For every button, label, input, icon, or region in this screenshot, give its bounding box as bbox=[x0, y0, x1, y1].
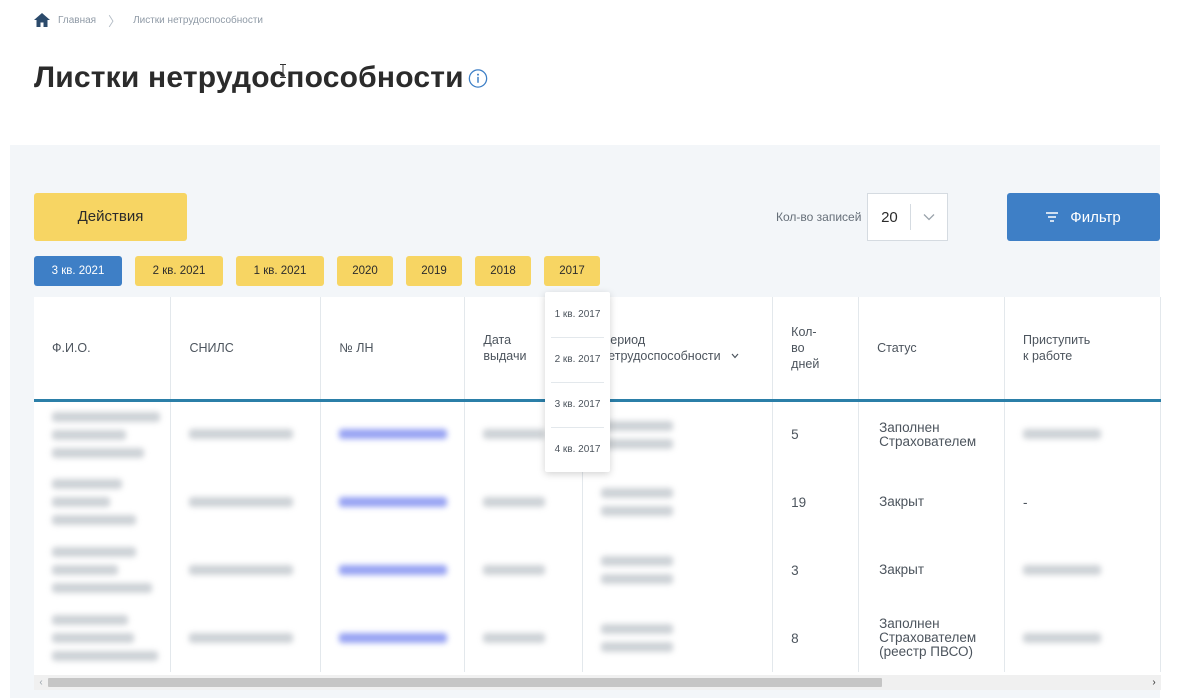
cell-fio bbox=[34, 604, 172, 672]
column-header-ln-label: № ЛН bbox=[339, 340, 374, 355]
cell-start-work bbox=[1004, 400, 1161, 468]
column-header-days-line2: во bbox=[791, 340, 805, 355]
column-header-ln[interactable]: № ЛН bbox=[320, 297, 466, 400]
scroll-right-arrow-icon[interactable]: › bbox=[1147, 675, 1161, 690]
cell-start-work bbox=[1004, 536, 1161, 604]
cell-issue-date bbox=[464, 468, 584, 536]
status-line2: Страхователем bbox=[879, 630, 977, 645]
status-line1: Заполнен bbox=[879, 419, 940, 435]
table-row[interactable]: 19 Закрыт - bbox=[34, 468, 1161, 536]
filter-button-label: Фильтр bbox=[1070, 208, 1121, 226]
text-cursor-icon bbox=[280, 64, 286, 78]
quarter-dropdown-menu: 1 кв. 2017 2 кв. 2017 3 кв. 2017 4 кв. 2… bbox=[545, 292, 610, 472]
column-header-snils[interactable]: СНИЛС bbox=[170, 297, 322, 400]
info-circle-icon[interactable] bbox=[468, 68, 488, 88]
quarter-option-1[interactable]: 1 кв. 2017 bbox=[545, 292, 610, 337]
column-header-issue-date-line2: выдачи bbox=[483, 348, 527, 363]
quarter-option-4[interactable]: 4 кв. 2017 bbox=[545, 427, 610, 472]
scrollbar-thumb[interactable] bbox=[48, 678, 882, 687]
cell-days: 3 bbox=[772, 536, 860, 604]
column-header-start-work[interactable]: Приступить к работе bbox=[1004, 297, 1161, 400]
cell-start-work: - bbox=[1004, 468, 1161, 536]
sort-chevron-down-icon[interactable] bbox=[731, 353, 739, 359]
horizontal-scrollbar[interactable]: ‹ › bbox=[34, 675, 1161, 690]
filter-button[interactable]: Фильтр bbox=[1007, 193, 1160, 241]
cell-status: Заполнен Страхователем (реестр ПВСО) bbox=[858, 604, 1006, 672]
status-line2: Страхователем bbox=[879, 433, 977, 449]
status-line1: Закрыт bbox=[879, 494, 925, 509]
tab-1q-2021[interactable]: 1 кв. 2021 bbox=[236, 256, 324, 286]
filter-lines-icon bbox=[1046, 209, 1059, 226]
status-line1: Заполнен bbox=[879, 616, 940, 631]
column-header-status-label: Статус bbox=[877, 340, 917, 355]
table-row[interactable]: 8 Заполнен Страхователем (реестр ПВСО) bbox=[34, 604, 1161, 672]
column-header-status[interactable]: Статус bbox=[858, 297, 1006, 400]
column-header-fio-label: Ф.И.О. bbox=[52, 340, 91, 355]
cell-fio bbox=[34, 400, 172, 468]
tab-2018[interactable]: 2018 bbox=[475, 256, 531, 286]
cell-status: Закрыт bbox=[858, 536, 1006, 604]
cell-days: 8 bbox=[772, 604, 860, 672]
cell-issue-date bbox=[464, 536, 584, 604]
actions-button[interactable]: Действия bbox=[34, 193, 187, 241]
tab-2017[interactable]: 2017 bbox=[544, 256, 600, 286]
tab-2019[interactable]: 2019 bbox=[406, 256, 462, 286]
cell-period bbox=[582, 536, 774, 604]
breadcrumb-separator: 〉 bbox=[108, 13, 122, 29]
cell-snils bbox=[170, 468, 322, 536]
column-header-days[interactable]: Кол-во дней bbox=[772, 297, 860, 400]
cell-period bbox=[582, 400, 774, 468]
cell-status: Закрыт bbox=[858, 468, 1006, 536]
column-header-snils-label: СНИЛС bbox=[189, 340, 234, 355]
breadcrumb-home-link[interactable]: Главная bbox=[58, 15, 96, 26]
tab-2q-2021[interactable]: 2 кв. 2021 bbox=[135, 256, 223, 286]
cell-status: Заполнен Страхователем bbox=[858, 400, 1006, 468]
column-header-days-line1: Кол- bbox=[791, 324, 817, 339]
column-header-start-work-line2: к работе bbox=[1023, 348, 1073, 363]
column-header-fio[interactable]: Ф.И.О. bbox=[34, 297, 172, 400]
breadcrumb-current: Листки нетрудоспособности bbox=[133, 14, 264, 26]
cell-days: 19 bbox=[772, 468, 860, 536]
quarter-option-3[interactable]: 3 кв. 2017 bbox=[545, 382, 610, 427]
cell-ln[interactable] bbox=[320, 468, 466, 536]
status-line3: (реестр ПВСО) bbox=[879, 644, 974, 659]
home-icon[interactable] bbox=[34, 13, 50, 27]
tab-3q-2021[interactable]: 3 кв. 2021 bbox=[34, 256, 122, 286]
cell-fio bbox=[34, 468, 172, 536]
records-label: Кол-во записей bbox=[776, 210, 862, 224]
column-header-issue-date-line1: Дата bbox=[483, 332, 512, 347]
cell-issue-date bbox=[464, 604, 584, 672]
cell-days: 5 bbox=[772, 400, 860, 468]
cell-period bbox=[582, 604, 774, 672]
cell-ln[interactable] bbox=[320, 400, 466, 468]
cell-fio bbox=[34, 536, 172, 604]
records-per-page: Кол-во записей 20 bbox=[776, 193, 949, 241]
cell-period bbox=[582, 468, 774, 536]
cell-start-work bbox=[1004, 604, 1161, 672]
breadcrumb: Главная 〉 Листки нетрудоспособности bbox=[34, 10, 263, 30]
cell-snils bbox=[170, 400, 322, 468]
column-header-period-line2: нетрудоспособности bbox=[601, 348, 721, 363]
chevron-down-icon[interactable] bbox=[911, 213, 947, 221]
page-title: Листки нетрудоспособности bbox=[34, 61, 464, 94]
cell-snils bbox=[170, 536, 322, 604]
column-header-period[interactable]: Период нетрудоспособности bbox=[582, 297, 774, 400]
page-title-row: Листки нетрудоспособности bbox=[34, 58, 488, 98]
records-value: 20 bbox=[881, 208, 898, 226]
cell-ln[interactable] bbox=[320, 604, 466, 672]
table-row[interactable]: 3 Закрыт bbox=[34, 536, 1161, 604]
column-header-start-work-line1: Приступить bbox=[1023, 332, 1091, 347]
tab-2020[interactable]: 2020 bbox=[337, 256, 393, 286]
cell-snils bbox=[170, 604, 322, 672]
records-select[interactable]: 20 bbox=[867, 193, 949, 241]
cell-ln[interactable] bbox=[320, 536, 466, 604]
scroll-left-arrow-icon[interactable]: ‹ bbox=[34, 675, 48, 690]
status-line1: Закрыт bbox=[879, 562, 925, 577]
quarter-option-2[interactable]: 2 кв. 2017 bbox=[545, 337, 610, 382]
column-header-days-line3: дней bbox=[791, 356, 820, 371]
